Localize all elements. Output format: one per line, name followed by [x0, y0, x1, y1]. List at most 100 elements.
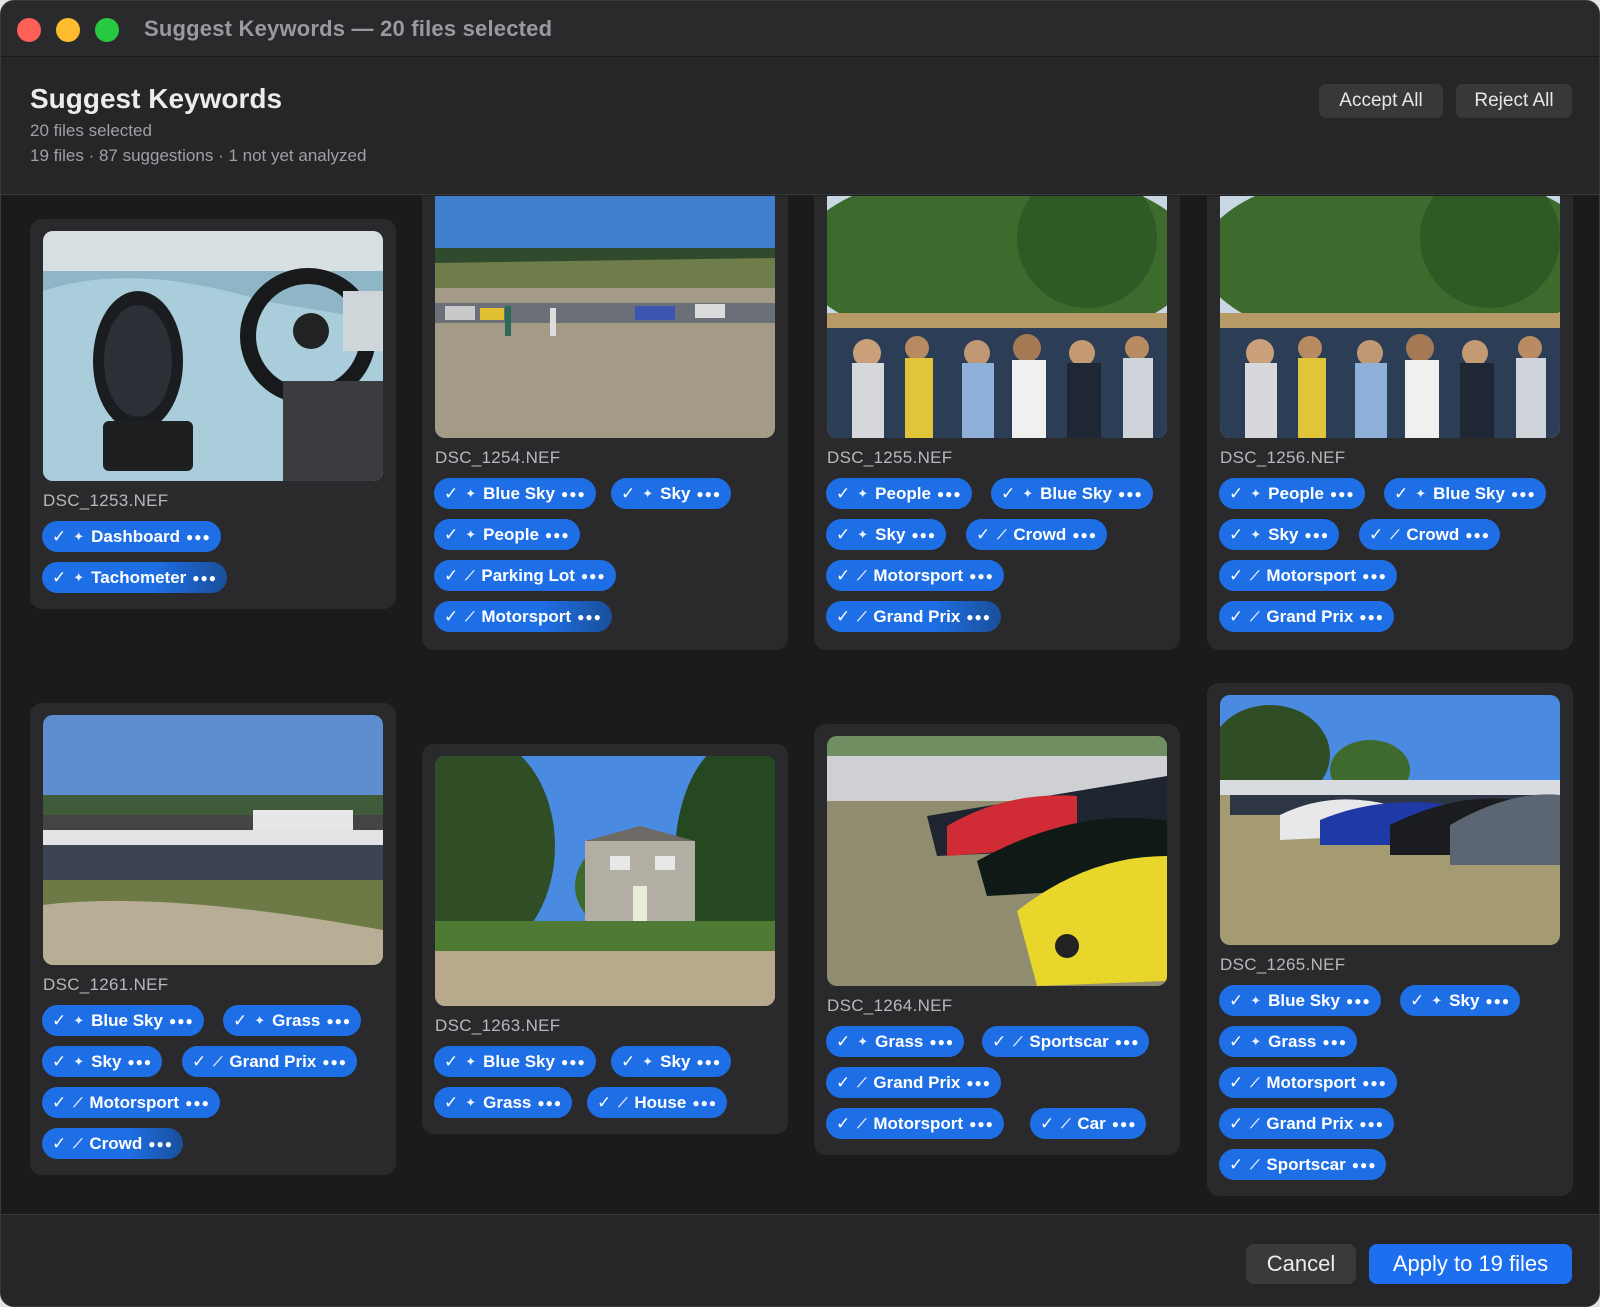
more-options-icon[interactable]: ●●●: [1072, 528, 1097, 542]
keyword-chip[interactable]: ✓ ✦ People ●●●: [1219, 478, 1365, 509]
more-options-icon[interactable]: ●●●: [186, 530, 211, 544]
more-options-icon[interactable]: ●●●: [1485, 994, 1510, 1008]
more-options-icon[interactable]: ●●●: [1511, 487, 1536, 501]
keyword-chip[interactable]: ✓ ⟋ Motorsport ●●●: [826, 560, 1004, 591]
more-options-icon[interactable]: ●●●: [561, 1055, 586, 1069]
checkmark-icon[interactable]: ✓: [444, 484, 458, 504]
more-options-icon[interactable]: ●●●: [581, 569, 606, 583]
more-options-icon[interactable]: ●●●: [1362, 569, 1387, 583]
checkmark-icon[interactable]: ✓: [444, 566, 458, 586]
keyword-chip[interactable]: ✓ ⟋ Parking Lot ●●●: [434, 560, 616, 591]
more-options-icon[interactable]: ●●●: [1359, 1117, 1384, 1131]
cancel-button[interactable]: Cancel: [1246, 1244, 1356, 1284]
keyword-chip[interactable]: ✓ ✦ People ●●●: [434, 519, 580, 550]
checkmark-icon[interactable]: ✓: [836, 1032, 850, 1052]
photo-thumbnail[interactable]: [43, 231, 383, 481]
checkmark-icon[interactable]: ✓: [444, 1093, 458, 1113]
more-options-icon[interactable]: ●●●: [937, 487, 962, 501]
checkmark-icon[interactable]: ✓: [597, 1093, 611, 1113]
keyword-chip[interactable]: ✓ ⟋ Motorsport ●●●: [42, 1087, 220, 1118]
checkmark-icon[interactable]: ✓: [1229, 607, 1243, 627]
checkmark-icon[interactable]: ✓: [1410, 991, 1424, 1011]
checkmark-icon[interactable]: ✓: [444, 525, 458, 545]
checkmark-icon[interactable]: ✓: [52, 1052, 66, 1072]
keyword-chip[interactable]: ✓ ✦ Sky ●●●: [611, 1046, 732, 1077]
checkmark-icon[interactable]: ✓: [52, 568, 66, 588]
keyword-chip[interactable]: ✓ ✦ Sky ●●●: [1219, 519, 1340, 550]
more-options-icon[interactable]: ●●●: [1118, 487, 1143, 501]
more-options-icon[interactable]: ●●●: [692, 1096, 717, 1110]
keyword-chip[interactable]: ✓ ⟋ Grand Prix ●●●: [826, 601, 1002, 632]
checkmark-icon[interactable]: ✓: [836, 1073, 850, 1093]
keyword-chip[interactable]: ✓ ✦ Dashboard ●●●: [42, 521, 221, 552]
more-options-icon[interactable]: ●●●: [1322, 1035, 1347, 1049]
checkmark-icon[interactable]: ✓: [52, 527, 66, 547]
more-options-icon[interactable]: ●●●: [1112, 1117, 1137, 1131]
keyword-chip[interactable]: ✓ ⟋ Crowd ●●●: [966, 519, 1107, 550]
keyword-chip[interactable]: ✓ ✦ Blue Sky ●●●: [1384, 478, 1546, 509]
more-options-icon[interactable]: ●●●: [1330, 487, 1355, 501]
checkmark-icon[interactable]: ✓: [444, 1052, 458, 1072]
more-options-icon[interactable]: ●●●: [929, 1035, 954, 1049]
keyword-chip[interactable]: ✓ ✦ Sky ●●●: [42, 1046, 163, 1077]
checkmark-icon[interactable]: ✓: [1040, 1114, 1054, 1134]
more-options-icon[interactable]: ●●●: [969, 569, 994, 583]
more-options-icon[interactable]: ●●●: [969, 1117, 994, 1131]
more-options-icon[interactable]: ●●●: [911, 528, 936, 542]
photo-grid[interactable]: DSC_1253.NEF ✓ ✦ Dashboard ●●● ✓ ✦ Tacho…: [1, 196, 1599, 1214]
keyword-chip[interactable]: ✓ ⟋ Sportscar ●●●: [1219, 1149, 1387, 1180]
checkmark-icon[interactable]: ✓: [976, 525, 990, 545]
checkmark-icon[interactable]: ✓: [1229, 566, 1243, 586]
keyword-chip[interactable]: ✓ ✦ Blue Sky ●●●: [434, 478, 596, 509]
more-options-icon[interactable]: ●●●: [545, 528, 570, 542]
checkmark-icon[interactable]: ✓: [1229, 525, 1243, 545]
checkmark-icon[interactable]: ✓: [1229, 1155, 1243, 1175]
keyword-chip[interactable]: ✓ ⟋ Sportscar ●●●: [982, 1026, 1150, 1057]
checkmark-icon[interactable]: ✓: [1229, 1032, 1243, 1052]
checkmark-icon[interactable]: ✓: [1229, 1114, 1243, 1134]
keyword-chip[interactable]: ✓ ✦ Grass ●●●: [826, 1026, 965, 1057]
photo-thumbnail[interactable]: [435, 196, 775, 438]
checkmark-icon[interactable]: ✓: [621, 1052, 635, 1072]
photo-thumbnail[interactable]: [43, 715, 383, 965]
photo-thumbnail[interactable]: [827, 196, 1167, 438]
more-options-icon[interactable]: ●●●: [169, 1014, 194, 1028]
apply-button[interactable]: Apply to 19 files: [1369, 1244, 1572, 1284]
more-options-icon[interactable]: ●●●: [1359, 610, 1384, 624]
more-options-icon[interactable]: ●●●: [696, 1055, 721, 1069]
checkmark-icon[interactable]: ✓: [444, 607, 458, 627]
keyword-chip[interactable]: ✓ ⟋ House ●●●: [587, 1087, 728, 1118]
accept-all-button[interactable]: Accept All: [1319, 84, 1443, 118]
checkmark-icon[interactable]: ✓: [992, 1032, 1006, 1052]
checkmark-icon[interactable]: ✓: [52, 1134, 66, 1154]
keyword-chip[interactable]: ✓ ⟋ Crowd ●●●: [42, 1128, 183, 1159]
close-window-button[interactable]: [17, 18, 41, 42]
keyword-chip[interactable]: ✓ ✦ Grass ●●●: [434, 1087, 573, 1118]
more-options-icon[interactable]: ●●●: [1465, 528, 1490, 542]
keyword-chip[interactable]: ✓ ✦ Sky ●●●: [1400, 985, 1521, 1016]
keyword-chip[interactable]: ✓ ✦ Grass ●●●: [1219, 1026, 1358, 1057]
keyword-chip[interactable]: ✓ ⟋ Car ●●●: [1030, 1108, 1147, 1139]
more-options-icon[interactable]: ●●●: [1304, 528, 1329, 542]
checkmark-icon[interactable]: ✓: [1001, 484, 1015, 504]
keyword-chip[interactable]: ✓ ✦ Blue Sky ●●●: [42, 1005, 204, 1036]
keyword-chip[interactable]: ✓ ⟋ Grand Prix ●●●: [826, 1067, 1002, 1098]
checkmark-icon[interactable]: ✓: [192, 1052, 206, 1072]
checkmark-icon[interactable]: ✓: [52, 1093, 66, 1113]
more-options-icon[interactable]: ●●●: [127, 1055, 152, 1069]
more-options-icon[interactable]: ●●●: [326, 1014, 351, 1028]
more-options-icon[interactable]: ●●●: [1346, 994, 1371, 1008]
keyword-chip[interactable]: ✓ ⟋ Grand Prix ●●●: [182, 1046, 358, 1077]
keyword-chip[interactable]: ✓ ⟋ Grand Prix ●●●: [1219, 601, 1395, 632]
keyword-chip[interactable]: ✓ ⟋ Motorsport ●●●: [1219, 560, 1397, 591]
more-options-icon[interactable]: ●●●: [1362, 1076, 1387, 1090]
checkmark-icon[interactable]: ✓: [1369, 525, 1383, 545]
reject-all-button[interactable]: Reject All: [1456, 84, 1572, 118]
checkmark-icon[interactable]: ✓: [1229, 1073, 1243, 1093]
more-options-icon[interactable]: ●●●: [696, 487, 721, 501]
keyword-chip[interactable]: ✓ ✦ People ●●●: [826, 478, 972, 509]
checkmark-icon[interactable]: ✓: [836, 525, 850, 545]
keyword-chip[interactable]: ✓ ⟋ Crowd ●●●: [1359, 519, 1500, 550]
keyword-chip[interactable]: ✓ ⟋ Motorsport ●●●: [434, 601, 612, 632]
more-options-icon[interactable]: ●●●: [1115, 1035, 1140, 1049]
